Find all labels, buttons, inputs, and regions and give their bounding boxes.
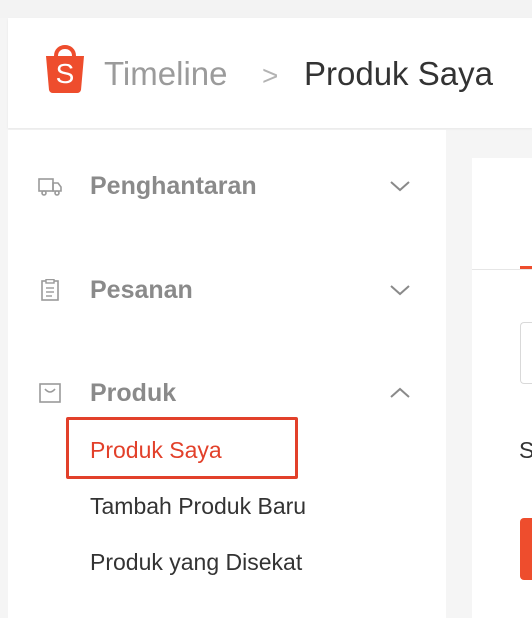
sidebar-group-penghantaran[interactable]: Penghantaran — [8, 166, 446, 206]
sidebar-group-produk[interactable]: Produk — [8, 373, 446, 413]
sidebar-group-label: Penghantaran — [90, 172, 257, 200]
brand-title[interactable]: Timeline — [104, 54, 227, 94]
partial-label: S — [519, 437, 532, 463]
tab-divider — [472, 269, 532, 270]
page-header: S Timeline > Produk Saya — [8, 18, 532, 128]
active-tab-indicator[interactable] — [520, 266, 532, 269]
truck-icon — [38, 178, 62, 196]
page-title: Produk Saya — [304, 55, 493, 92]
chevron-down-icon[interactable] — [388, 280, 412, 300]
svg-text:S: S — [56, 58, 75, 89]
breadcrumb-separator: > — [262, 60, 279, 91]
highlight-box — [66, 417, 298, 479]
chevron-down-icon[interactable] — [388, 176, 412, 196]
sidebar-group-label: Pesanan — [90, 276, 193, 304]
bag-icon — [39, 383, 61, 403]
sidebar-group-pesanan[interactable]: Pesanan — [8, 270, 446, 310]
shopee-logo[interactable]: S — [42, 38, 88, 94]
top-strip — [0, 0, 532, 18]
sidebar-group-label: Produk — [90, 379, 177, 407]
clipboard-icon — [41, 279, 59, 301]
primary-button[interactable] — [520, 518, 532, 580]
chevron-up-icon[interactable] — [388, 383, 412, 403]
search-input[interactable] — [520, 322, 532, 384]
sidebar-item-produk-yang-disekat[interactable]: Produk yang Disekat — [90, 548, 302, 576]
sidebar-item-tambah-produk-baru[interactable]: Tambah Produk Baru — [90, 492, 306, 520]
